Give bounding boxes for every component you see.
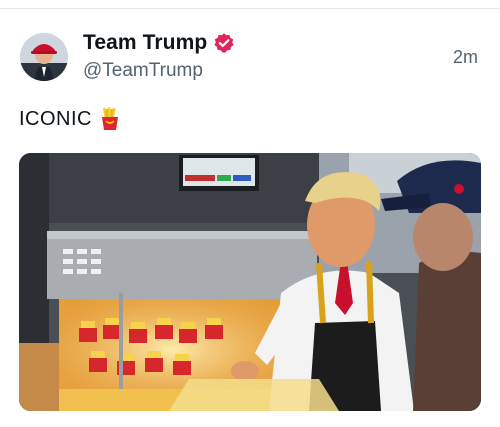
video-frame-image [19,153,481,411]
avatar[interactable] [20,33,68,81]
display-name[interactable]: Team Trump [83,30,207,56]
post-text-content: ICONIC [19,107,92,130]
post-media-video[interactable] [19,153,481,411]
verified-badge-icon [213,32,235,54]
author-name-row[interactable]: Team Trump [83,30,235,56]
handle[interactable]: @TeamTrump [83,60,203,82]
post-text: ICONIC [19,107,120,131]
top-divider [0,8,500,9]
timestamp[interactable]: 2m [453,47,478,68]
french-fries-icon [100,107,120,131]
avatar-image [20,33,68,81]
